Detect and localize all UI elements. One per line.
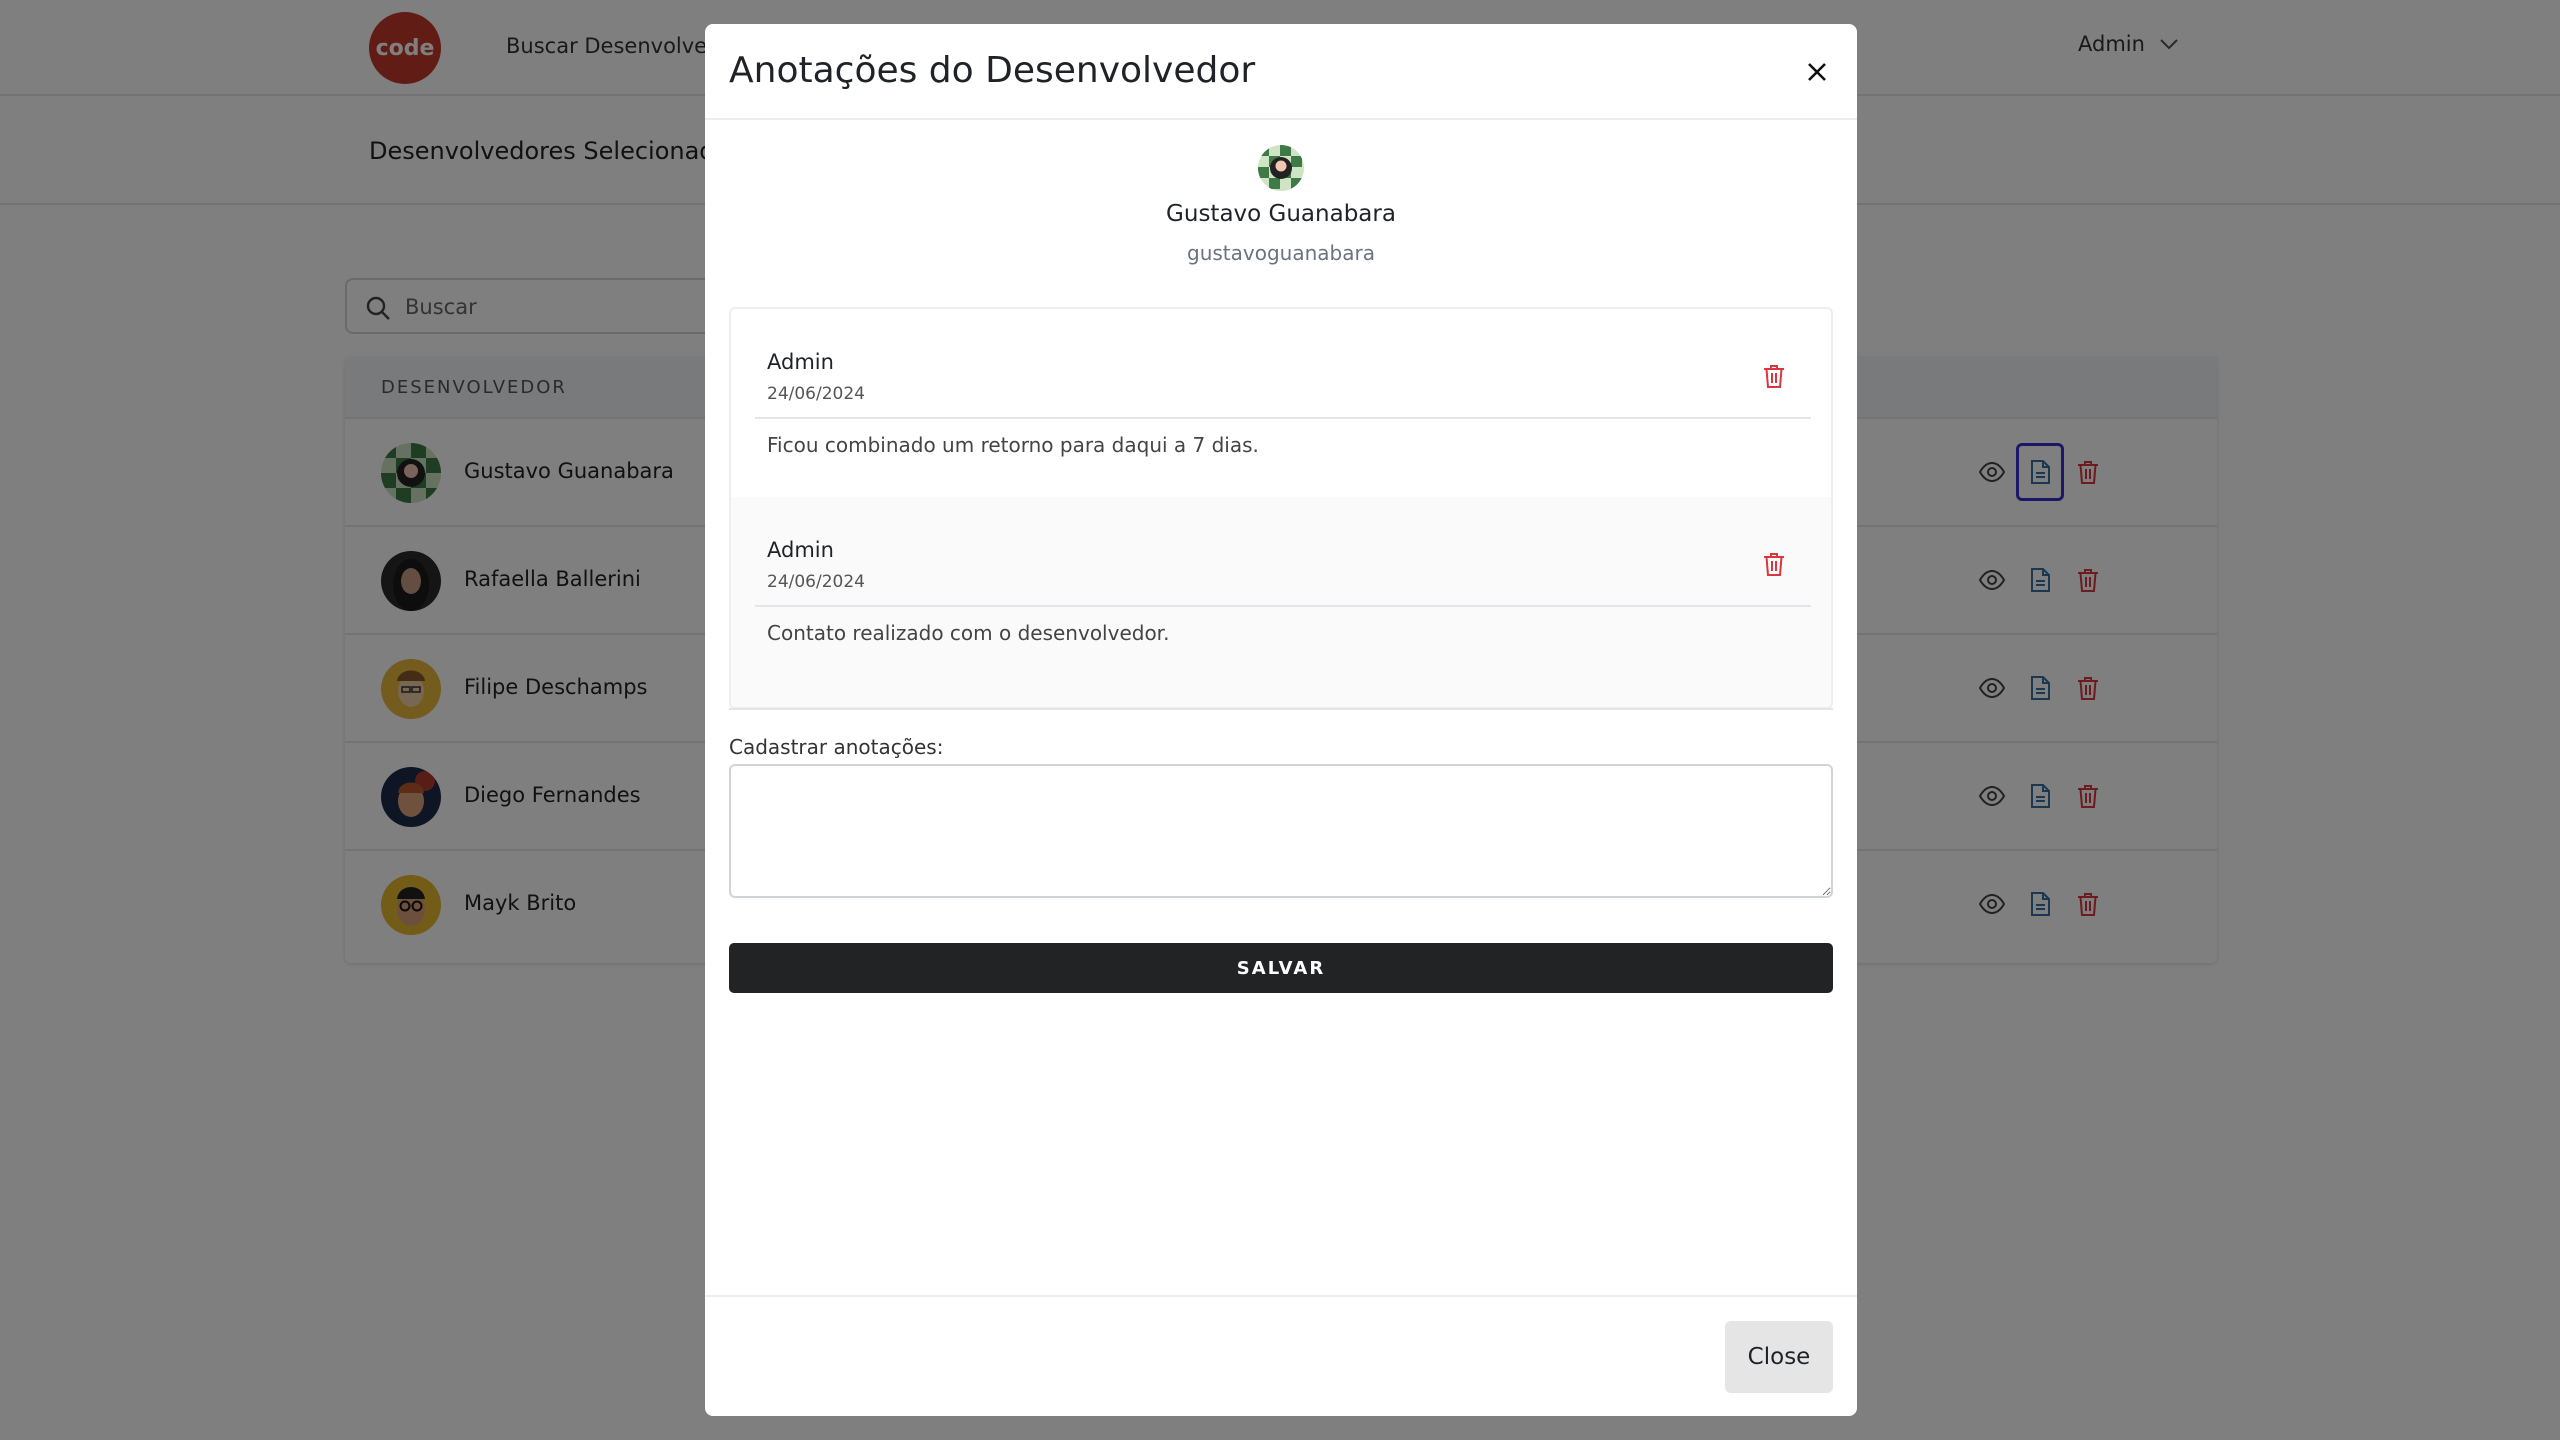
developer-notes-modal: Anotações do Desenvolvedor Gustavo Guana… <box>705 24 1857 1416</box>
save-button[interactable]: SALVAR <box>729 943 1833 993</box>
close-button[interactable]: Close <box>1725 1321 1833 1393</box>
close-icon <box>1808 63 1826 81</box>
note-author: Admin <box>767 538 834 562</box>
note-date: 24/06/2024 <box>767 572 865 592</box>
trash-icon <box>1764 365 1784 388</box>
note-author: Admin <box>767 350 834 374</box>
note-divider <box>755 417 1811 419</box>
note-text: Ficou combinado um retorno para daqui a … <box>767 433 1259 457</box>
note-text: Contato realizado com o desenvolvedor. <box>767 621 1170 645</box>
notes-list: Admin 24/06/2024 Ficou combinado um reto… <box>729 307 1833 709</box>
modal-footer: Close <box>705 1295 1857 1416</box>
note-divider <box>755 605 1811 607</box>
modal-header: Anotações do Desenvolvedor <box>705 24 1857 120</box>
delete-note-button[interactable] <box>1757 547 1791 581</box>
note-item: Admin 24/06/2024 Ficou combinado um reto… <box>731 309 1831 497</box>
close-icon-button[interactable] <box>1801 56 1833 88</box>
note-date: 24/06/2024 <box>767 384 865 404</box>
new-note-label: Cadastrar anotações: <box>729 735 944 759</box>
section-divider <box>729 708 1833 710</box>
developer-username: gustavoguanabara <box>1187 241 1375 265</box>
new-note-textarea[interactable] <box>729 764 1833 898</box>
developer-avatar <box>1258 145 1304 191</box>
note-item: Admin 24/06/2024 Contato realizado com o… <box>731 497 1831 685</box>
modal-title: Anotações do Desenvolvedor <box>729 50 1256 91</box>
delete-note-button[interactable] <box>1757 359 1791 393</box>
developer-name: Gustavo Guanabara <box>1166 201 1396 227</box>
trash-icon <box>1764 553 1784 576</box>
